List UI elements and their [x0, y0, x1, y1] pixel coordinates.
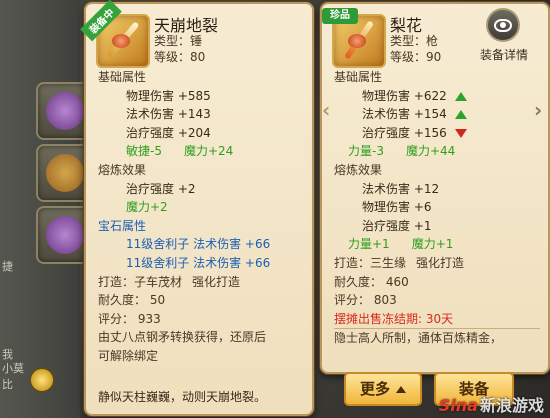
stat-line: 法术伤害 +143	[126, 107, 211, 122]
refine-stat-line: 法术伤害 +12	[362, 181, 440, 196]
arrow-up-icon	[454, 91, 467, 101]
refine-extra: 魔力+2	[126, 200, 168, 215]
item-stats: 基础属性 物理伤害 +585 法术伤害 +143 治疗强度 +204 敏捷-5 魔…	[98, 68, 304, 366]
stat-line: 物理伤害 +585	[126, 88, 211, 103]
stat-text: 法术伤害 +154	[362, 107, 447, 122]
rare-tag: 珍品	[322, 8, 358, 24]
durability: 耐久度： 50	[98, 293, 166, 308]
more-button[interactable]: 更多	[344, 372, 422, 406]
forge-type: 强化打造	[416, 255, 465, 270]
gem-attributes-title: 宝石属性	[98, 218, 147, 233]
stat-line: 治疗强度 +204	[126, 125, 211, 140]
equipment-details-label[interactable]: 装备详情	[480, 46, 528, 63]
durability: 耐久度： 460	[334, 274, 409, 289]
forge-label: 打造：	[98, 274, 135, 289]
arrow-down-icon	[454, 128, 467, 138]
stat-extra-line: 力量-3 魔力+44	[334, 142, 540, 161]
forge-type: 强化打造	[192, 274, 241, 289]
item-level: 等级：90	[390, 50, 442, 64]
trade-freeze-warning: 摆摊出售冻结期: 30天	[334, 311, 454, 326]
stat-line: 物理伤害 +622	[334, 87, 540, 106]
refine-stat-line: 治疗强度 +2	[126, 181, 196, 196]
base-attributes-title: 基础属性	[334, 70, 383, 84]
coin-icon[interactable]	[30, 368, 54, 392]
equipment-details-button[interactable]	[486, 8, 520, 42]
caret-up-icon	[396, 386, 406, 393]
gem-stat-line: 11级舍利子 法术伤害 +66	[98, 254, 304, 273]
gem-name: 11级舍利子	[126, 237, 190, 252]
previous-arrow-icon[interactable]: ‹	[322, 98, 330, 122]
item-type: 类型：枪	[390, 34, 439, 48]
refine-effects-title: 熔炼效果	[98, 162, 147, 177]
stat-extra: 魔力+44	[405, 144, 456, 159]
forge-maker: 子车茂材	[134, 274, 183, 289]
gem-stat-line: 11级舍利子 法术伤害 +66	[98, 235, 304, 254]
bg-side-text: 小莫	[2, 362, 24, 375]
gem-stat: 法术伤害 +66	[193, 255, 271, 270]
item-stats: 基础属性 物理伤害 +622 法术伤害 +154 治疗强度 +156 力量-3 魔…	[334, 68, 540, 348]
equipped-item-panel: 装备中 天崩地裂 类型：锤 等级：80 基础属性 物理伤害 +585 法术伤害 …	[80, 0, 314, 416]
forge-label: 打造：	[334, 255, 371, 270]
refine-extra: 魔力+1	[411, 237, 454, 252]
score: 评分： 803	[334, 293, 397, 308]
description-line: 由丈八点钢矛转换获得，还原后	[98, 330, 267, 345]
stat-text: 治疗强度 +156	[362, 125, 447, 140]
stat-extra: 魔力+24	[183, 144, 234, 159]
arrow-up-icon	[454, 110, 467, 120]
score: 评分： 933	[98, 311, 161, 326]
stat-line: 治疗强度 +156	[334, 124, 540, 143]
item-level: 等级：80	[154, 50, 206, 64]
description-line: 可解除绑定	[98, 348, 159, 363]
description-line: 隐士高人所制，通体百炼精金，	[334, 328, 540, 348]
gem-name: 11级舍利子	[126, 255, 190, 270]
stat-extra: 力量-3	[348, 144, 384, 159]
sina-logo: Sina	[438, 396, 478, 415]
gem-stat: 法术伤害 +66	[193, 237, 271, 252]
more-button-label: 更多	[359, 380, 390, 398]
stat-extra-line: 敏捷-5 魔力+24	[98, 142, 304, 161]
refine-stat-line: 物理伤害 +6	[362, 200, 432, 215]
stat-text: 物理伤害 +622	[362, 88, 447, 103]
bg-side-text: 比	[2, 378, 13, 391]
base-attributes-title: 基础属性	[98, 70, 147, 84]
refine-stat-line: 治疗强度 +1	[362, 218, 432, 233]
watermark: Sina 新浪游戏	[439, 392, 544, 416]
bg-side-text: 捷	[2, 260, 13, 273]
refine-extra: 力量+1	[348, 237, 390, 252]
item-type: 类型：锤	[154, 34, 203, 48]
refine-extra-line: 力量+1 魔力+1	[334, 235, 540, 254]
stat-extra: 敏捷-5	[126, 144, 162, 159]
refine-effects-title: 熔炼效果	[334, 162, 383, 177]
watermark-text: 新浪游戏	[479, 396, 544, 415]
forge-maker: 三生缘	[370, 255, 407, 270]
forge-line: 打造：三生缘 强化打造	[334, 254, 540, 273]
eye-icon	[494, 18, 512, 32]
forge-line: 打造：子车茂材 强化打造	[98, 273, 304, 292]
item-flavor-text: 静似天柱巍巍，动则天崩地裂。	[98, 390, 267, 404]
stat-line: 法术伤害 +154	[334, 105, 540, 124]
next-arrow-icon[interactable]: ›	[534, 98, 542, 122]
